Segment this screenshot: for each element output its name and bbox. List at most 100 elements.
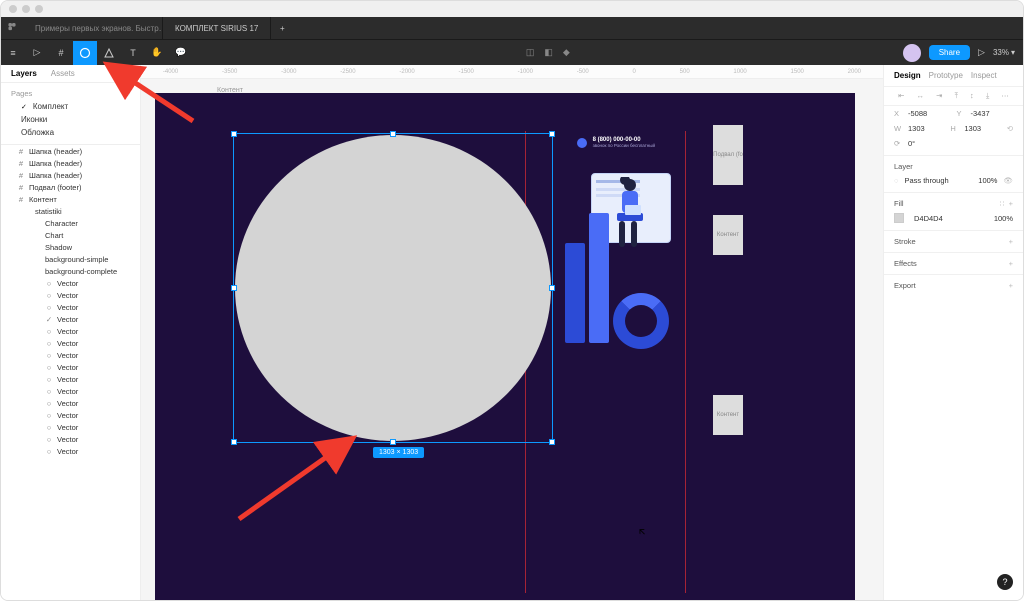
add-effect-icon[interactable]: + xyxy=(1009,259,1013,268)
layer-row[interactable]: background-complete xyxy=(1,265,140,277)
align-vcenter-icon[interactable]: ↕ xyxy=(970,91,974,101)
right-panel: Design Prototype Inspect ⇤ ↔ ⇥ ⤒ ↕ ⤓ ⋯ X… xyxy=(883,65,1023,600)
share-button[interactable]: Share xyxy=(929,45,970,60)
component-icon[interactable]: ◆ xyxy=(563,47,570,58)
layer-row[interactable]: Shadow xyxy=(1,241,140,253)
blend-mode-select[interactable]: Pass through xyxy=(904,176,972,185)
layer-row-vector[interactable]: ○Vector xyxy=(1,337,140,349)
traffic-light-max[interactable] xyxy=(35,5,43,13)
resize-handle[interactable] xyxy=(549,131,555,137)
layer-row[interactable]: #Шапка (header) xyxy=(1,145,140,157)
lock-aspect-icon[interactable]: ⟲ xyxy=(1007,124,1013,133)
zoom-level[interactable]: 33% ▾ xyxy=(993,48,1015,57)
tab-design[interactable]: Design xyxy=(894,71,921,80)
align-right-icon[interactable]: ⇥ xyxy=(936,91,942,101)
tab-inspect[interactable]: Inspect xyxy=(971,71,997,80)
layer-row-vector[interactable]: ○Vector xyxy=(1,277,140,289)
fill-style-icon[interactable]: ∷ xyxy=(1000,199,1005,208)
visibility-icon[interactable]: 👁 xyxy=(1003,176,1013,185)
frame-thumbnail[interactable]: Контент xyxy=(713,395,743,435)
h-input[interactable]: 1303 xyxy=(964,124,1000,133)
opacity-input[interactable]: 100% xyxy=(978,176,997,185)
layer-row[interactable]: statistiki xyxy=(1,205,140,217)
y-input[interactable]: -3437 xyxy=(971,109,1014,118)
selection-bounds[interactable] xyxy=(233,133,553,443)
new-tab-icon[interactable]: + xyxy=(271,24,293,33)
left-panel: Layers Assets Кон Pages + Комплект Иконк… xyxy=(1,65,141,600)
align-left-icon[interactable]: ⇤ xyxy=(898,91,904,101)
layer-row-vector[interactable]: ○Vector xyxy=(1,373,140,385)
fill-swatch[interactable] xyxy=(894,213,904,223)
layer-row[interactable]: #Контент xyxy=(1,193,140,205)
window-controls xyxy=(1,1,1023,17)
frame-tool-icon[interactable]: # xyxy=(49,41,73,65)
present-icon[interactable]: ▷ xyxy=(978,47,985,58)
layer-row-vector[interactable]: ○Vector xyxy=(1,409,140,421)
layer-row[interactable]: #Шапка (header) xyxy=(1,157,140,169)
y-label: Y xyxy=(957,109,965,118)
fill-opacity-input[interactable]: 100% xyxy=(994,214,1013,223)
rotation-input[interactable]: 0° xyxy=(908,139,1013,148)
resize-handle[interactable] xyxy=(231,131,237,137)
add-export-icon[interactable]: + xyxy=(1009,281,1013,290)
layer-row[interactable]: Chart xyxy=(1,229,140,241)
fill-hex-input[interactable]: D4D4D4 xyxy=(914,214,988,223)
align-tools[interactable]: ⇤ ↔ ⇥ ⤒ ↕ ⤓ ⋯ xyxy=(884,87,1023,106)
layer-row-vector[interactable]: ○Vector xyxy=(1,397,140,409)
resize-handle[interactable] xyxy=(390,439,396,445)
align-top-icon[interactable]: ⤒ xyxy=(955,91,958,101)
mask-icon[interactable]: ◫ xyxy=(526,47,535,58)
frame-thumbnail[interactable]: Подвал (fo xyxy=(713,125,743,185)
figma-home-icon[interactable] xyxy=(1,23,23,33)
ruler-horizontal: -4000-3500-3000 -2500-2000-1500 -1000-50… xyxy=(141,65,883,79)
layer-row[interactable]: #Шапка (header) xyxy=(1,169,140,181)
layout-guide xyxy=(685,131,686,593)
artboard[interactable]: 8 (800) 000-00-00 звонок по России беспл… xyxy=(155,93,855,600)
layer-row-vector[interactable]: ○Vector xyxy=(1,361,140,373)
align-bottom-icon[interactable]: ⤓ xyxy=(986,91,989,101)
main-menu-icon[interactable]: ≡ xyxy=(1,41,25,65)
tab-examples[interactable]: Примеры первых экранов. Быстр… xyxy=(23,17,163,39)
tab-assets[interactable]: Assets xyxy=(51,69,75,78)
resize-handle[interactable] xyxy=(549,439,555,445)
traffic-light-min[interactable] xyxy=(22,5,30,13)
layer-row[interactable]: background-simple xyxy=(1,253,140,265)
add-fill-icon[interactable]: + xyxy=(1009,199,1013,208)
section-fill: Fill xyxy=(894,199,904,208)
x-input[interactable]: -5088 xyxy=(908,109,951,118)
traffic-light-close[interactable] xyxy=(9,5,17,13)
layer-row[interactable]: Character xyxy=(1,217,140,229)
layer-row-vector[interactable]: ○Vector xyxy=(1,301,140,313)
add-stroke-icon[interactable]: + xyxy=(1009,237,1013,246)
tab-prototype[interactable]: Prototype xyxy=(929,71,963,80)
frame-thumbnail[interactable]: Контент xyxy=(713,215,743,255)
header-contact: 8 (800) 000-00-00 звонок по России беспл… xyxy=(577,137,655,148)
blend-mode-icon[interactable]: ◌ xyxy=(894,176,898,185)
boolean-icon[interactable]: ◧ xyxy=(544,47,553,58)
chart-bar xyxy=(565,243,585,343)
layer-row-vector[interactable]: ○Vector xyxy=(1,433,140,445)
layer-row[interactable]: #Подвал (footer) xyxy=(1,181,140,193)
resize-handle[interactable] xyxy=(390,131,396,137)
layer-row-vector[interactable]: ○Vector xyxy=(1,289,140,301)
user-avatar[interactable] xyxy=(903,44,921,62)
shape-tool-icon[interactable] xyxy=(73,41,97,65)
tab-active-file[interactable]: КОМПЛЕКТ SIRIUS 17 xyxy=(163,17,271,39)
illustration-group xyxy=(555,173,675,353)
rotation-label: ⟳ xyxy=(894,139,902,148)
align-hcenter-icon[interactable]: ↔ xyxy=(917,91,925,101)
layer-row-vector[interactable]: ○Vector xyxy=(1,385,140,397)
layer-row-vector[interactable]: ✓Vector xyxy=(1,313,140,325)
layer-row-vector[interactable]: ○Vector xyxy=(1,325,140,337)
layer-row-vector[interactable]: ○Vector xyxy=(1,349,140,361)
layer-row-vector[interactable]: ○Vector xyxy=(1,445,140,457)
distribute-icon[interactable]: ⋯ xyxy=(1001,91,1009,101)
tab-layers[interactable]: Layers xyxy=(11,69,37,78)
resize-handle[interactable] xyxy=(231,285,237,291)
layer-row-vector[interactable]: ○Vector xyxy=(1,421,140,433)
h-label: H xyxy=(950,124,958,133)
w-input[interactable]: 1303 xyxy=(908,124,944,133)
move-tool-icon[interactable]: ▷ xyxy=(25,41,49,65)
resize-handle[interactable] xyxy=(549,285,555,291)
help-button[interactable]: ? xyxy=(997,574,1013,590)
